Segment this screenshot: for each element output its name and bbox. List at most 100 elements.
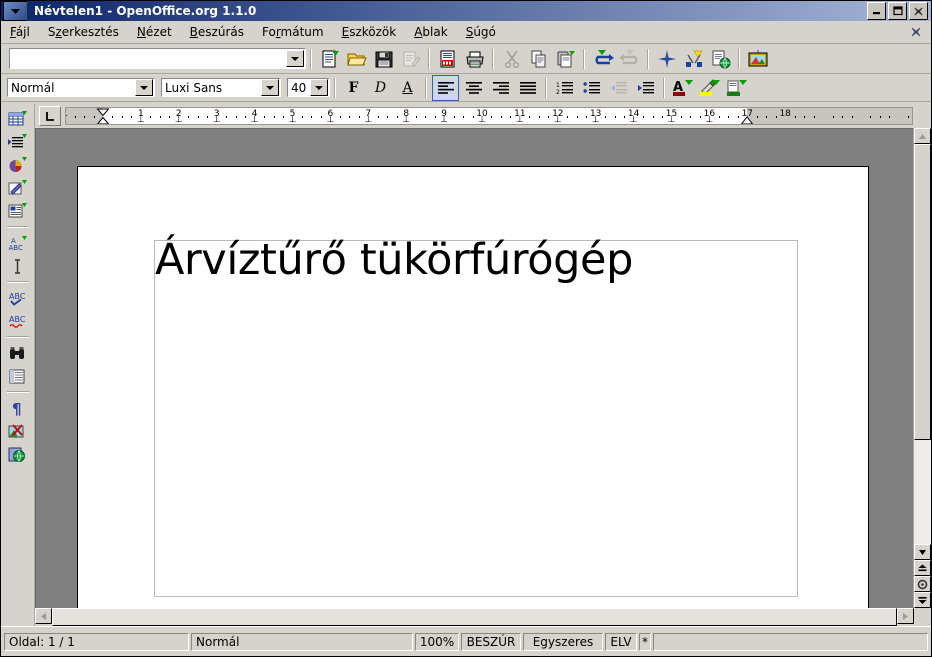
navigator-button[interactable]	[654, 47, 679, 71]
left-indent-marker[interactable]	[96, 108, 110, 124]
window-system-menu-button[interactable]	[3, 1, 27, 21]
direct-cursor-button[interactable]	[6, 255, 30, 277]
ruler-tab-stop[interactable]: ⊥	[364, 116, 372, 125]
vertical-scroll-thumb[interactable]	[914, 144, 931, 440]
scroll-left-button[interactable]	[35, 608, 52, 624]
scroll-down-button[interactable]	[914, 544, 931, 560]
menu-nezet[interactable]: Nézet	[128, 23, 181, 41]
horizontal-scroll-thumb[interactable]	[52, 608, 897, 626]
insert-special-character-button[interactable]: A ABC	[6, 232, 30, 254]
document-close-button[interactable]	[909, 25, 923, 39]
new-document-button[interactable]	[317, 47, 342, 71]
insert-table-button[interactable]	[6, 108, 30, 130]
scroll-right-button[interactable]	[897, 608, 914, 624]
gallery-button[interactable]	[745, 47, 770, 71]
ruler-tab-stop[interactable]: ⊥	[516, 116, 524, 125]
menu-ablak[interactable]: Ablak	[405, 23, 456, 41]
horizontal-ruler[interactable]: 1123456789101112131415161718⊥⊥⊥⊥⊥⊥⊥⊥⊥⊥⊥⊥…	[65, 107, 913, 125]
spellcheck-button[interactable]: ABC	[6, 287, 30, 309]
ruler-tab-stop[interactable]: ⊥	[137, 116, 145, 125]
copy-button[interactable]	[526, 47, 551, 71]
menu-formatum[interactable]: Formátum	[253, 23, 333, 41]
menu-sugo[interactable]: Súgó	[457, 23, 505, 41]
navigation-button[interactable]	[914, 576, 931, 592]
tab-stop-selector-button[interactable]	[39, 106, 61, 126]
highlight-button[interactable]	[697, 76, 722, 100]
formatting-marks-button[interactable]: ¶	[6, 397, 30, 419]
font-name-dropdown-arrow[interactable]	[261, 79, 279, 96]
bullet-list-button[interactable]	[579, 76, 604, 100]
minimize-button[interactable]	[867, 2, 886, 20]
draw-functions-button[interactable]	[6, 177, 30, 199]
font-size-combobox[interactable]: 40	[286, 77, 331, 98]
insert-object-button[interactable]	[6, 200, 30, 222]
maximize-button[interactable]	[888, 2, 907, 20]
document-canvas[interactable]: Árvíztűrő tükörfúrógép	[35, 128, 913, 608]
ruler-tab-stop[interactable]: ⊥	[326, 116, 334, 125]
document-text[interactable]: Árvíztűrő tükörfúrógép	[155, 235, 633, 285]
ruler-tab-stop[interactable]: ⊥	[251, 116, 259, 125]
ruler-tab-stop[interactable]: ⊥	[175, 116, 183, 125]
insert-chart-button[interactable]	[6, 154, 30, 176]
ruler-tab-stop[interactable]: ⊥	[478, 116, 486, 125]
justify-button[interactable]	[515, 76, 540, 100]
load-url-dropdown-arrow[interactable]	[286, 50, 304, 67]
paragraph-style-combobox[interactable]: Normál	[6, 77, 156, 98]
find-replace-button[interactable]	[6, 342, 30, 364]
print-file-button[interactable]	[462, 47, 487, 71]
menu-eszkozok[interactable]: Eszközök	[333, 23, 406, 41]
italic-button[interactable]: D	[368, 76, 393, 100]
text-frame[interactable]: Árvíztűrő tükörfúrógép	[154, 235, 798, 597]
menu-beszuras[interactable]: Beszúrás	[181, 23, 253, 41]
increase-indent-button[interactable]	[633, 76, 658, 100]
ruler-tab-stop[interactable]: ⊥	[402, 116, 410, 125]
export-pdf-button[interactable]	[435, 47, 460, 71]
status-zoom[interactable]: 100%	[415, 632, 459, 651]
background-color-button[interactable]	[724, 76, 749, 100]
status-selection-mode[interactable]: Egyszeres	[523, 632, 603, 651]
status-page[interactable]: Oldal: 1 / 1	[4, 632, 189, 651]
font-color-button[interactable]: A	[670, 76, 695, 100]
paragraph-style-value[interactable]: Normál	[8, 81, 134, 95]
numbered-list-button[interactable]: 1 2	[552, 76, 577, 100]
hyperlink-bar-button[interactable]	[708, 47, 733, 71]
load-url-combobox[interactable]	[8, 47, 307, 70]
ruler-tab-stop[interactable]: ⊥	[668, 116, 676, 125]
status-elv[interactable]: ELV	[605, 632, 637, 651]
close-button[interactable]	[909, 2, 928, 20]
next-page-button[interactable]	[914, 592, 931, 608]
bold-button[interactable]: F	[341, 76, 366, 100]
align-left-button[interactable]	[432, 74, 459, 101]
undo-button[interactable]	[590, 47, 615, 71]
font-size-dropdown-arrow[interactable]	[310, 79, 328, 96]
insert-fields-button[interactable]	[6, 131, 30, 153]
autospellcheck-button[interactable]: ABC	[6, 310, 30, 332]
ruler-tab-stop[interactable]: ⊥	[592, 116, 600, 125]
underline-button[interactable]: A	[395, 76, 420, 100]
previous-page-button[interactable]	[914, 560, 931, 576]
menu-szerkesztes[interactable]: Szerkesztés	[39, 23, 128, 41]
open-document-button[interactable]	[344, 47, 369, 71]
status-insert-mode[interactable]: BESZÚR	[461, 632, 521, 651]
ruler-tab-stop[interactable]: ⊥	[289, 116, 297, 125]
font-name-combobox[interactable]: Luxi Sans	[160, 77, 282, 98]
online-layout-button[interactable]	[6, 443, 30, 465]
font-size-value[interactable]: 40	[288, 81, 309, 95]
ruler-tab-stop[interactable]: ⊥	[630, 116, 638, 125]
font-name-value[interactable]: Luxi Sans	[162, 81, 260, 95]
vertical-scrollbar[interactable]	[913, 128, 931, 608]
ruler-tab-stop[interactable]: ⊥	[705, 116, 713, 125]
paste-button[interactable]	[553, 47, 578, 71]
ruler-tab-stop[interactable]: ⊥	[213, 116, 221, 125]
status-page-style[interactable]: Normál	[191, 632, 413, 651]
right-indent-marker[interactable]	[741, 108, 754, 124]
document-page[interactable]: Árvíztűrő tükörfúrógép	[77, 166, 869, 608]
ruler-tab-stop[interactable]: ⊥	[554, 116, 562, 125]
scroll-up-button[interactable]	[914, 128, 931, 144]
images-off-button[interactable]	[6, 420, 30, 442]
data-sources-button[interactable]	[6, 365, 30, 387]
menu-fajl[interactable]: Fájl	[1, 23, 39, 41]
horizontal-scroll-track[interactable]	[52, 608, 897, 626]
paragraph-style-dropdown-arrow[interactable]	[135, 79, 153, 96]
ruler-tab-stop[interactable]: ⊥	[440, 116, 448, 125]
